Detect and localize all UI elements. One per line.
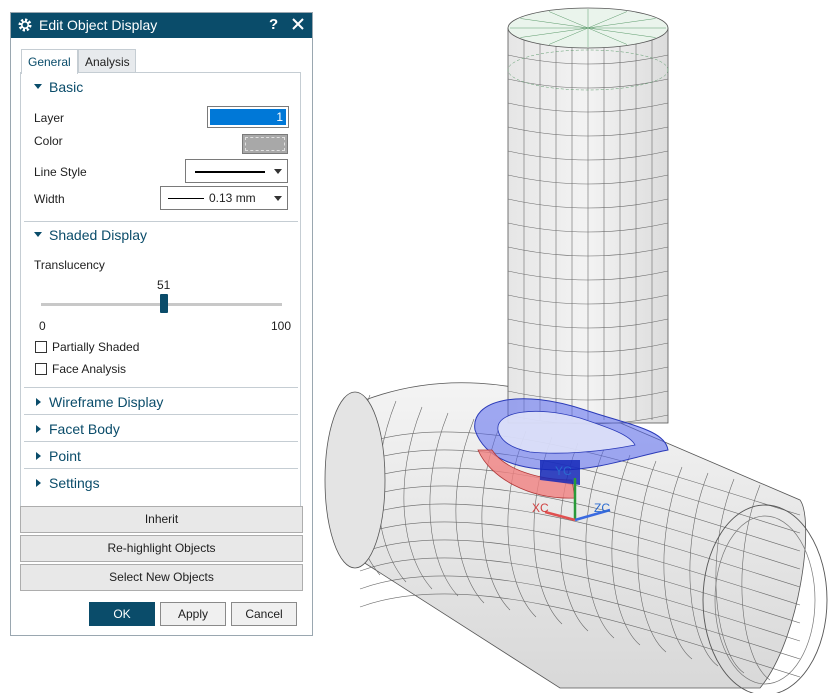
chevron-right-icon [36,398,41,406]
group-wireframe-display-header[interactable]: Wireframe Display [21,392,300,414]
color-swatch-button[interactable] [242,134,288,154]
partially-shaded-label: Partially Shaded [52,340,140,354]
close-icon[interactable] [291,17,305,31]
chevron-right-icon [36,479,41,487]
group-shaded-display-header[interactable]: Shaded Display [21,225,300,247]
group-facet-body-label: Facet Body [49,421,120,437]
help-button[interactable]: ? [269,16,278,34]
chevron-down-icon [274,196,282,201]
group-basic-header[interactable]: Basic [21,77,300,99]
width-label: Width [34,192,65,206]
chevron-right-icon [36,452,41,460]
tab-general[interactable]: General [21,49,78,74]
partially-shaded-checkbox[interactable] [35,341,47,353]
chevron-right-icon [36,425,41,433]
separator [24,441,298,442]
group-facet-body-header[interactable]: Facet Body [21,419,300,441]
separator [24,387,298,388]
slider-max-label: 100 [271,319,292,333]
layer-input-value: 1 [210,109,286,125]
inherit-button[interactable]: Inherit [20,506,303,533]
thin-line-icon [168,198,204,199]
translucency-label: Translucency [34,258,105,272]
rehighlight-objects-button[interactable]: Re-highlight Objects [20,535,303,562]
separator [24,221,298,222]
group-point-header[interactable]: Point [21,446,300,468]
dialog-title: Edit Object Display [39,17,158,33]
tab-strip: General Analysis [21,49,302,74]
face-analysis-label: Face Analysis [52,362,127,376]
cancel-button[interactable]: Cancel [231,602,297,626]
color-label: Color [34,134,63,148]
width-dropdown[interactable]: 0.13 mm [160,186,288,210]
group-point-label: Point [49,448,81,464]
tab-analysis[interactable]: Analysis [78,49,136,73]
chevron-down-icon [274,169,282,174]
gear-icon [18,18,32,32]
translucency-value: 51 [157,278,171,292]
group-settings-header[interactable]: Settings [21,473,300,495]
separator [24,468,298,469]
ok-button[interactable]: OK [89,602,155,626]
line-style-dropdown[interactable] [185,159,288,183]
layer-label: Layer [34,111,65,125]
vertical-post-mesh [507,7,669,425]
chevron-down-icon [34,84,42,89]
group-settings-label: Settings [49,475,100,491]
width-value: 0.13 mm [209,191,256,205]
select-new-objects-button[interactable]: Select New Objects [20,564,303,591]
chevron-down-icon [34,232,42,237]
layer-input[interactable]: 1 [207,106,289,128]
slider-min-label: 0 [39,319,46,333]
zc-label: ZC [594,501,610,515]
xc-label: XC [532,501,549,515]
apply-button[interactable]: Apply [160,602,226,626]
solid-line-icon [195,171,265,173]
pipe-left-end [324,391,386,569]
group-wireframe-display-label: Wireframe Display [49,394,164,410]
dialog-titlebar[interactable]: Edit Object Display ? [11,13,312,38]
translucency-slider-thumb[interactable] [159,294,168,313]
yc-label: YC [555,464,572,478]
color-swatch-focus [245,137,285,151]
graphics-viewport[interactable]: YC ZC XC [320,0,830,693]
line-style-label: Line Style [34,165,87,179]
face-analysis-checkbox[interactable] [35,363,47,375]
group-shaded-display-label: Shaded Display [49,227,148,243]
group-basic-label: Basic [49,79,84,95]
separator [24,414,298,415]
